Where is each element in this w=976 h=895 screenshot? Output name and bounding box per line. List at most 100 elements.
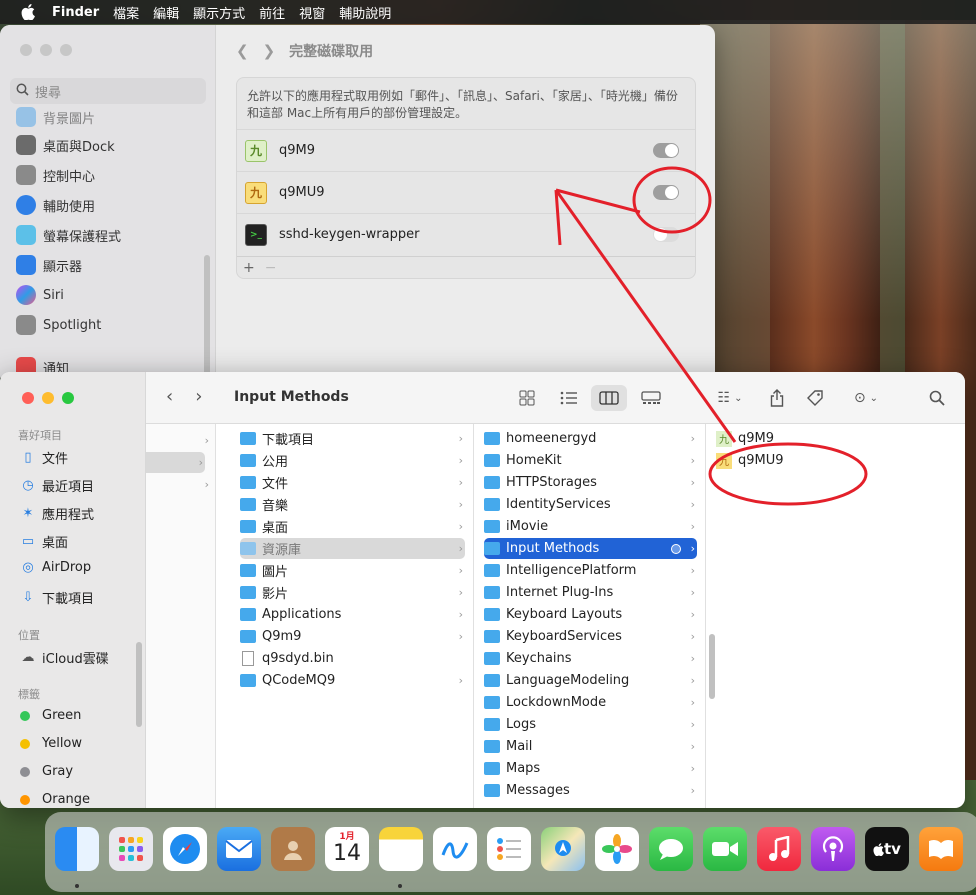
zoom-button[interactable]	[60, 44, 72, 56]
folder-item[interactable]: IdentityServices ›	[484, 494, 697, 515]
tag-icon[interactable]	[804, 385, 826, 411]
app-toggle[interactable]	[653, 185, 679, 200]
folder-item[interactable]: QCodeMQ9 ›	[240, 670, 465, 691]
photos-icon[interactable]	[595, 827, 639, 871]
reminders-icon[interactable]	[487, 827, 531, 871]
sidebar-item-siri[interactable]: Siri	[16, 285, 64, 305]
tag-orange[interactable]: Orange	[20, 792, 90, 807]
maps-icon[interactable]	[541, 827, 585, 871]
calendar-icon[interactable]: 1月 14	[325, 827, 369, 871]
zoom-button[interactable]	[62, 392, 74, 404]
sidebar-item-control-center[interactable]: 控制中心	[16, 165, 95, 185]
folder-item[interactable]: 下載項目 ›	[240, 428, 465, 449]
folder-item[interactable]: q9sdyd.bin	[240, 648, 465, 669]
column-scrollbar[interactable]	[709, 634, 715, 699]
facetime-icon[interactable]	[703, 827, 747, 871]
folder-item[interactable]: IntelligencePlatform ›	[484, 560, 697, 581]
sidebar-item-recents[interactable]: ◷ 最近項目	[20, 476, 94, 495]
sidebar-item-airdrop[interactable]: ◎ AirDrop	[20, 560, 91, 575]
sidebar-item-downloads[interactable]: ⇩ 下載項目	[20, 588, 94, 607]
tag-yellow[interactable]: Yellow	[20, 736, 82, 751]
menu-go[interactable]: 前往	[259, 3, 285, 22]
sidebar-item-accessibility[interactable]: 輔助使用	[16, 195, 95, 215]
podcasts-icon[interactable]	[811, 827, 855, 871]
safari-icon[interactable]	[163, 827, 207, 871]
list-item[interactable]: ›	[146, 430, 211, 451]
minimize-button[interactable]	[42, 392, 54, 404]
folder-item[interactable]: HomeKit ›	[484, 450, 697, 471]
menu-help[interactable]: 輔助說明	[339, 3, 391, 22]
list-item[interactable]: ›	[146, 452, 205, 473]
messages-icon[interactable]	[649, 827, 693, 871]
group-by-icon[interactable]: ☷ ⌄	[711, 385, 749, 411]
folder-item[interactable]: LockdownMode ›	[484, 692, 697, 713]
folder-item[interactable]: 桌面 ›	[240, 516, 465, 537]
launchpad-icon[interactable]	[109, 827, 153, 871]
search-icon[interactable]	[926, 385, 948, 411]
menu-view[interactable]: 顯示方式	[193, 3, 245, 22]
file-item[interactable]: 九 q9MU9	[716, 450, 958, 471]
minimize-button[interactable]	[40, 44, 52, 56]
more-actions-icon[interactable]: ⊙ ⌄	[848, 385, 884, 411]
app-toggle[interactable]	[653, 227, 679, 242]
forward-icon[interactable]: ›	[195, 386, 202, 407]
back-icon[interactable]: ‹	[166, 386, 173, 407]
mail-icon[interactable]	[217, 827, 261, 871]
menu-finder[interactable]: Finder	[52, 5, 99, 20]
forward-icon[interactable]: ❯	[263, 42, 276, 60]
sidebar-item-icloud[interactable]: ☁ iCloud雲碟	[20, 648, 109, 667]
sidebar-item-wallpaper[interactable]: 背景圖片	[16, 107, 95, 127]
folder-item[interactable]: Keychains ›	[484, 648, 697, 669]
folder-item-selected[interactable]: Input Methods ›	[484, 538, 697, 559]
remove-button[interactable]: −	[265, 260, 277, 276]
folder-item[interactable]: HTTPStorages ›	[484, 472, 697, 493]
folder-item[interactable]: KeyboardServices ›	[484, 626, 697, 647]
folder-item[interactable]: 音樂 ›	[240, 494, 465, 515]
menu-edit[interactable]: 編輯	[153, 3, 179, 22]
sidebar-item-documents[interactable]: ▯ 文件	[20, 448, 68, 467]
folder-item[interactable]: LanguageModeling ›	[484, 670, 697, 691]
file-item[interactable]: 九 q9M9	[716, 428, 958, 449]
apple-menu-icon[interactable]	[20, 4, 36, 20]
folder-item[interactable]: 影片 ›	[240, 582, 465, 603]
search-input[interactable]: 搜尋	[10, 78, 206, 104]
share-icon[interactable]	[766, 385, 788, 411]
icon-view-icon[interactable]	[516, 385, 538, 411]
folder-item[interactable]: Messages ›	[484, 780, 697, 801]
contacts-icon[interactable]	[271, 827, 315, 871]
notes-icon[interactable]	[379, 827, 423, 871]
finder-icon[interactable]	[55, 827, 99, 871]
sidebar-item-spotlight[interactable]: Spotlight	[16, 315, 101, 335]
folder-item[interactable]: Internet Plug-Ins ›	[484, 582, 697, 603]
list-view-icon[interactable]	[558, 385, 580, 411]
folder-item[interactable]: Maps ›	[484, 758, 697, 779]
gallery-view-icon[interactable]	[640, 385, 662, 411]
tag-green[interactable]: Green	[20, 708, 81, 723]
folder-item[interactable]: Q9m9 ›	[240, 626, 465, 647]
sidebar-item-desktop[interactable]: ▭ 桌面	[20, 532, 68, 551]
back-icon[interactable]: ❮	[236, 42, 249, 60]
sidebar-scrollbar[interactable]	[204, 255, 210, 375]
folder-item[interactable]: Keyboard Layouts ›	[484, 604, 697, 625]
freeform-icon[interactable]	[433, 827, 477, 871]
folder-item[interactable]: 公用 ›	[240, 450, 465, 471]
tag-gray[interactable]: Gray	[20, 764, 73, 779]
books-icon[interactable]	[919, 827, 963, 871]
sidebar-scrollbar[interactable]	[136, 642, 142, 727]
app-toggle[interactable]	[653, 143, 679, 158]
folder-item[interactable]: 文件 ›	[240, 472, 465, 493]
folder-item[interactable]: iMovie ›	[484, 516, 697, 537]
column-view-icon[interactable]	[591, 385, 627, 411]
folder-item[interactable]: Mail ›	[484, 736, 697, 757]
sidebar-item-applications[interactable]: ✶ 應用程式	[20, 504, 94, 523]
menu-file[interactable]: 檔案	[113, 3, 139, 22]
sidebar-item-displays[interactable]: 顯示器	[16, 255, 82, 275]
folder-item[interactable]: Logs ›	[484, 714, 697, 735]
menu-window[interactable]: 視窗	[299, 3, 325, 22]
close-button[interactable]	[20, 44, 32, 56]
close-button[interactable]	[22, 392, 34, 404]
folder-item[interactable]: 資源庫 ›	[240, 538, 465, 559]
list-item[interactable]: ›	[146, 474, 211, 495]
folder-item[interactable]: 圖片 ›	[240, 560, 465, 581]
folder-item[interactable]: Applications ›	[240, 604, 465, 625]
